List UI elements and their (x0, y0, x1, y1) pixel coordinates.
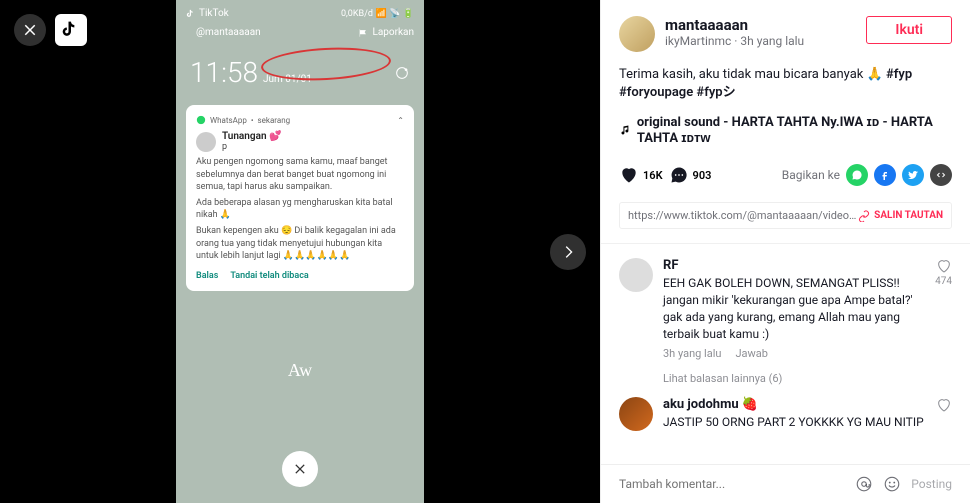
comment-reply[interactable]: Jawab (735, 347, 767, 360)
link-icon (858, 210, 870, 222)
contact-avatar (196, 132, 216, 152)
comment-avatar[interactable] (619, 397, 653, 431)
comment-avatar[interactable] (619, 258, 653, 292)
heart-icon (619, 165, 639, 185)
user-block[interactable]: mantaaaaan ikyMartinmc · 3h yang lalu (619, 16, 804, 52)
tiktok-handle: @mantaaaaan (186, 27, 271, 38)
tiktok-label: TikTok (199, 8, 229, 19)
chevron-right-icon (560, 244, 576, 260)
post-button[interactable]: Posting (911, 477, 952, 491)
mark-read-action[interactable]: Tandai telah dibaca (230, 271, 308, 281)
comment-user[interactable]: RF (663, 258, 925, 273)
video-panel: TikTok 0,0KB/d 📶 📡 🔋 @mantaaaaan Laporka… (0, 0, 600, 503)
like-button[interactable]: 16K (619, 165, 663, 185)
close-icon (21, 21, 39, 39)
whatsapp-icon (196, 115, 206, 125)
close-button[interactable] (14, 14, 46, 46)
clock-time: 11:58 (190, 56, 258, 89)
music-icon (619, 123, 631, 137)
music-link[interactable]: original sound - HARTA TAHTA Ny.IWA ɪᴅ -… (601, 106, 970, 154)
comment-text: EEH GAK BOLEH DOWN, SEMANGAT PLISS!! jan… (663, 275, 925, 342)
emoji-icon[interactable] (883, 475, 901, 493)
share-label: Bagikan ke (782, 168, 840, 182)
caption: Terima kasih, aku tidak mau bicara banya… (601, 62, 970, 106)
comment-input-row: Posting (601, 464, 970, 503)
comment-icon (669, 165, 689, 185)
comment-user[interactable]: aku jodohmu 🍓 (663, 397, 926, 412)
twitter-icon (907, 169, 919, 181)
comment-like-button[interactable]: 474 (935, 258, 952, 359)
next-button[interactable] (550, 234, 586, 270)
copy-link-button[interactable]: SALIN TAUTAN (858, 210, 943, 222)
at-icon[interactable] (855, 475, 873, 493)
user-avatar[interactable] (619, 16, 655, 52)
phone-status: 0,0KB/d (341, 9, 373, 19)
share-embed[interactable] (930, 164, 952, 186)
notification-icon (394, 65, 410, 81)
reply-action[interactable]: Balas (196, 271, 218, 281)
share-twitter[interactable] (902, 164, 924, 186)
tiktok-icon (61, 20, 81, 40)
username[interactable]: mantaaaaan (665, 16, 804, 34)
facebook-icon (879, 169, 891, 181)
report-button[interactable]: Laporkan (358, 27, 414, 38)
comment-time: 3h yang lalu (663, 347, 721, 360)
details-panel: mantaaaaan ikyMartinmc · 3h yang lalu Ik… (600, 0, 970, 503)
embed-icon (935, 169, 947, 181)
heart-outline-icon (936, 258, 952, 274)
comment-item: aku jodohmu 🍓 JASTIP 50 ORNG PART 2 YOKK… (601, 387, 970, 441)
whatsapp-notification: WhatsApp • sekarang ⌃ Tunangan 💕 p Aku p… (186, 105, 414, 291)
tiktok-logo[interactable] (55, 14, 87, 46)
phone-screenshot: TikTok 0,0KB/d 📶 📡 🔋 @mantaaaaan Laporka… (176, 0, 424, 503)
heart-outline-icon (936, 397, 952, 413)
whatsapp-icon (851, 169, 863, 181)
share-whatsapp[interactable] (846, 164, 868, 186)
user-meta: ikyMartinmc · 3h yang lalu (665, 34, 804, 48)
comment-text: JASTIP 50 ORNG PART 2 YOKKKK YG MAU NITI… (663, 414, 926, 431)
contact-name: Tunangan 💕 (222, 131, 281, 142)
overlay-text: Aw (288, 360, 312, 381)
view-replies-button[interactable]: Lihat balasan lainnya (6) (601, 370, 970, 387)
comment-input[interactable] (619, 477, 845, 491)
comment-button[interactable]: 903 (669, 165, 712, 185)
video-url: https://www.tiktok.com/@mantaaaaan/video… (628, 209, 858, 222)
close-icon (292, 461, 308, 477)
share-facebook[interactable] (874, 164, 896, 186)
tiktok-small-icon (186, 9, 196, 19)
comments-list: RF EEH GAK BOLEH DOWN, SEMANGAT PLISS!! … (601, 243, 970, 464)
phone-close-button[interactable] (282, 451, 318, 487)
follow-button[interactable]: Ikuti (866, 16, 952, 44)
comment-like-button[interactable] (936, 397, 952, 431)
flag-icon (358, 28, 368, 38)
comment-item: RF EEH GAK BOLEH DOWN, SEMANGAT PLISS!! … (601, 248, 970, 369)
